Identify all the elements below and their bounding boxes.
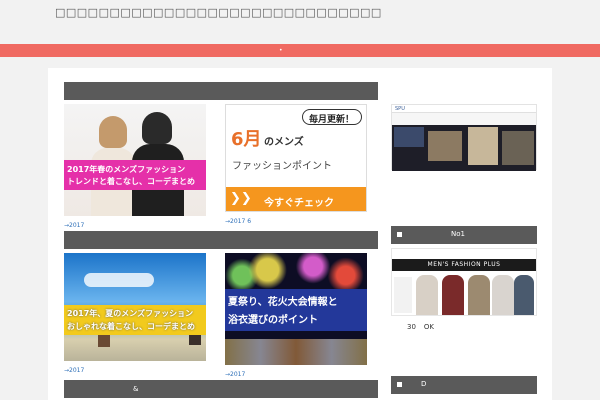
post-meta-link[interactable]: →2017 — [64, 367, 84, 374]
thumbnail-caption: 2017年、夏のメンズファッション おしゃれな着こなし、コーデまとめ — [64, 305, 206, 335]
section-bar-middle — [64, 231, 378, 249]
sidebar-ad-mens-fashion-plus[interactable]: MEN'S FASHION PLUS — [391, 248, 537, 316]
nav-band: • — [0, 44, 600, 57]
sidebar-widget-no1: No1 — [391, 226, 537, 244]
double-arrow-icon: ❯❯ — [230, 191, 252, 206]
thumbnail-caption: 2017年春のメンズファッション トレンドと着こなし、コーデまとめ — [64, 160, 206, 190]
post-thumbnail-fireworks[interactable]: 夏祭り、花火大会情報と 浴衣選びのポイント — [225, 253, 367, 365]
model-figure — [416, 275, 438, 315]
post-meta-link[interactable]: →2017 — [225, 371, 245, 378]
thumbnail-caption: 夏祭り、花火大会情報と 浴衣選びのポイント — [225, 289, 367, 331]
model-figure — [492, 275, 514, 315]
sidebar-ad-top[interactable]: SPU — [391, 104, 537, 171]
post-meta-link[interactable]: →2017 — [64, 222, 84, 229]
speech-bubble: 毎月更新！ — [302, 109, 362, 125]
square-bullet-icon — [397, 232, 402, 237]
model-figure — [514, 275, 534, 315]
section-bar-bottom: & — [64, 380, 378, 398]
post-thumbnail-spring-fashion[interactable]: 2017年春のメンズファッション トレンドと着こなし、コーデまとめ — [64, 104, 206, 216]
model-figure — [442, 275, 464, 315]
person-head — [99, 116, 127, 148]
sidebar-widget-d: D — [391, 376, 537, 394]
square-bullet-icon — [397, 382, 402, 387]
cloud-shape — [84, 273, 154, 287]
city-lights — [225, 339, 367, 365]
brand-banner: MEN'S FASHION PLUS — [392, 259, 536, 271]
post-thumbnail-june-banner[interactable]: 毎月更新！ 6月 のメンズ ファッションポイント ❯❯ 今すぐチェック — [225, 104, 367, 212]
brand-logo: SPU — [395, 106, 405, 112]
site-title[interactable]: □□□□□□□□□□□□□□□□□□□□□□□□□□□□□□ — [55, 6, 382, 19]
model-figure — [468, 275, 490, 315]
post-meta-link[interactable]: →2017 6 — [225, 218, 251, 225]
person-head — [142, 112, 172, 144]
nav-dot[interactable]: • — [279, 47, 283, 54]
section-bar-top — [64, 82, 378, 100]
section-bar-label: & — [133, 385, 139, 393]
check-now-banner[interactable]: ❯❯ 今すぐチェック — [226, 187, 366, 211]
post-thumbnail-summer-fashion[interactable]: 2017年、夏のメンズファッション おしゃれな着こなし、コーデまとめ — [64, 253, 206, 361]
sidebar-stats: 30 OK — [407, 323, 435, 331]
